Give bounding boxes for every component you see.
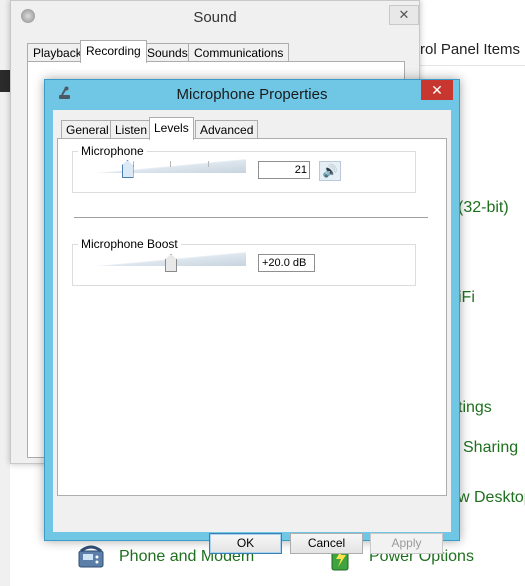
microphone-properties-dialog: Microphone Properties ✕ General Listen L… <box>44 79 460 554</box>
divider <box>74 217 428 218</box>
cp-link-desktop[interactable]: w Desktop <box>458 489 525 507</box>
cp-link-sharing[interactable]: Sharing <box>463 439 518 457</box>
slider-tick <box>208 161 209 167</box>
speaker-icon[interactable]: 🔊 <box>319 161 341 181</box>
microphone-boost-label: Microphone Boost <box>78 237 181 251</box>
sound-window-title: Sound <box>193 9 237 26</box>
cp-link-settings[interactable]: tings <box>458 399 492 417</box>
sound-tab-communications[interactable]: Communications <box>188 43 290 62</box>
ok-button[interactable]: OK <box>209 533 282 554</box>
tab-advanced[interactable]: Advanced <box>195 120 259 139</box>
control-panel-breadcrumb[interactable]: rol Panel Items <box>420 41 520 58</box>
cancel-button[interactable]: Cancel <box>290 533 363 554</box>
sound-close-button[interactable]: ✕ <box>389 5 419 25</box>
dialog-close-button[interactable]: ✕ <box>421 80 453 100</box>
microphone-level-field[interactable]: 21 <box>258 161 310 179</box>
cp-link-32bit[interactable]: (32-bit) <box>458 199 509 217</box>
tab-levels[interactable]: Levels <box>149 117 194 140</box>
left-bar <box>0 70 10 92</box>
cp-link-wifi[interactable]: iFi <box>458 289 475 307</box>
sound-tab-playback[interactable]: Playback <box>27 43 88 62</box>
sound-tab-sounds[interactable]: Sounds <box>141 43 194 62</box>
apply-button[interactable]: Apply <box>370 533 443 554</box>
sound-tab-recording[interactable]: Recording <box>80 40 147 63</box>
boost-value-field: +20.0 dB <box>258 254 315 272</box>
microphone-label: Microphone <box>78 144 147 158</box>
dialog-client-area: General Listen Levels Advanced Microphon… <box>53 110 451 554</box>
dialog-title: Microphone Properties <box>176 86 328 103</box>
tab-general[interactable]: General <box>61 120 114 139</box>
levels-page: Microphone 21 🔊 Microphone Boost +20.0 d… <box>57 138 447 496</box>
phone-modem-icon[interactable] <box>76 541 106 571</box>
tab-listen[interactable]: Listen <box>110 120 153 139</box>
slider-tick <box>170 161 171 167</box>
